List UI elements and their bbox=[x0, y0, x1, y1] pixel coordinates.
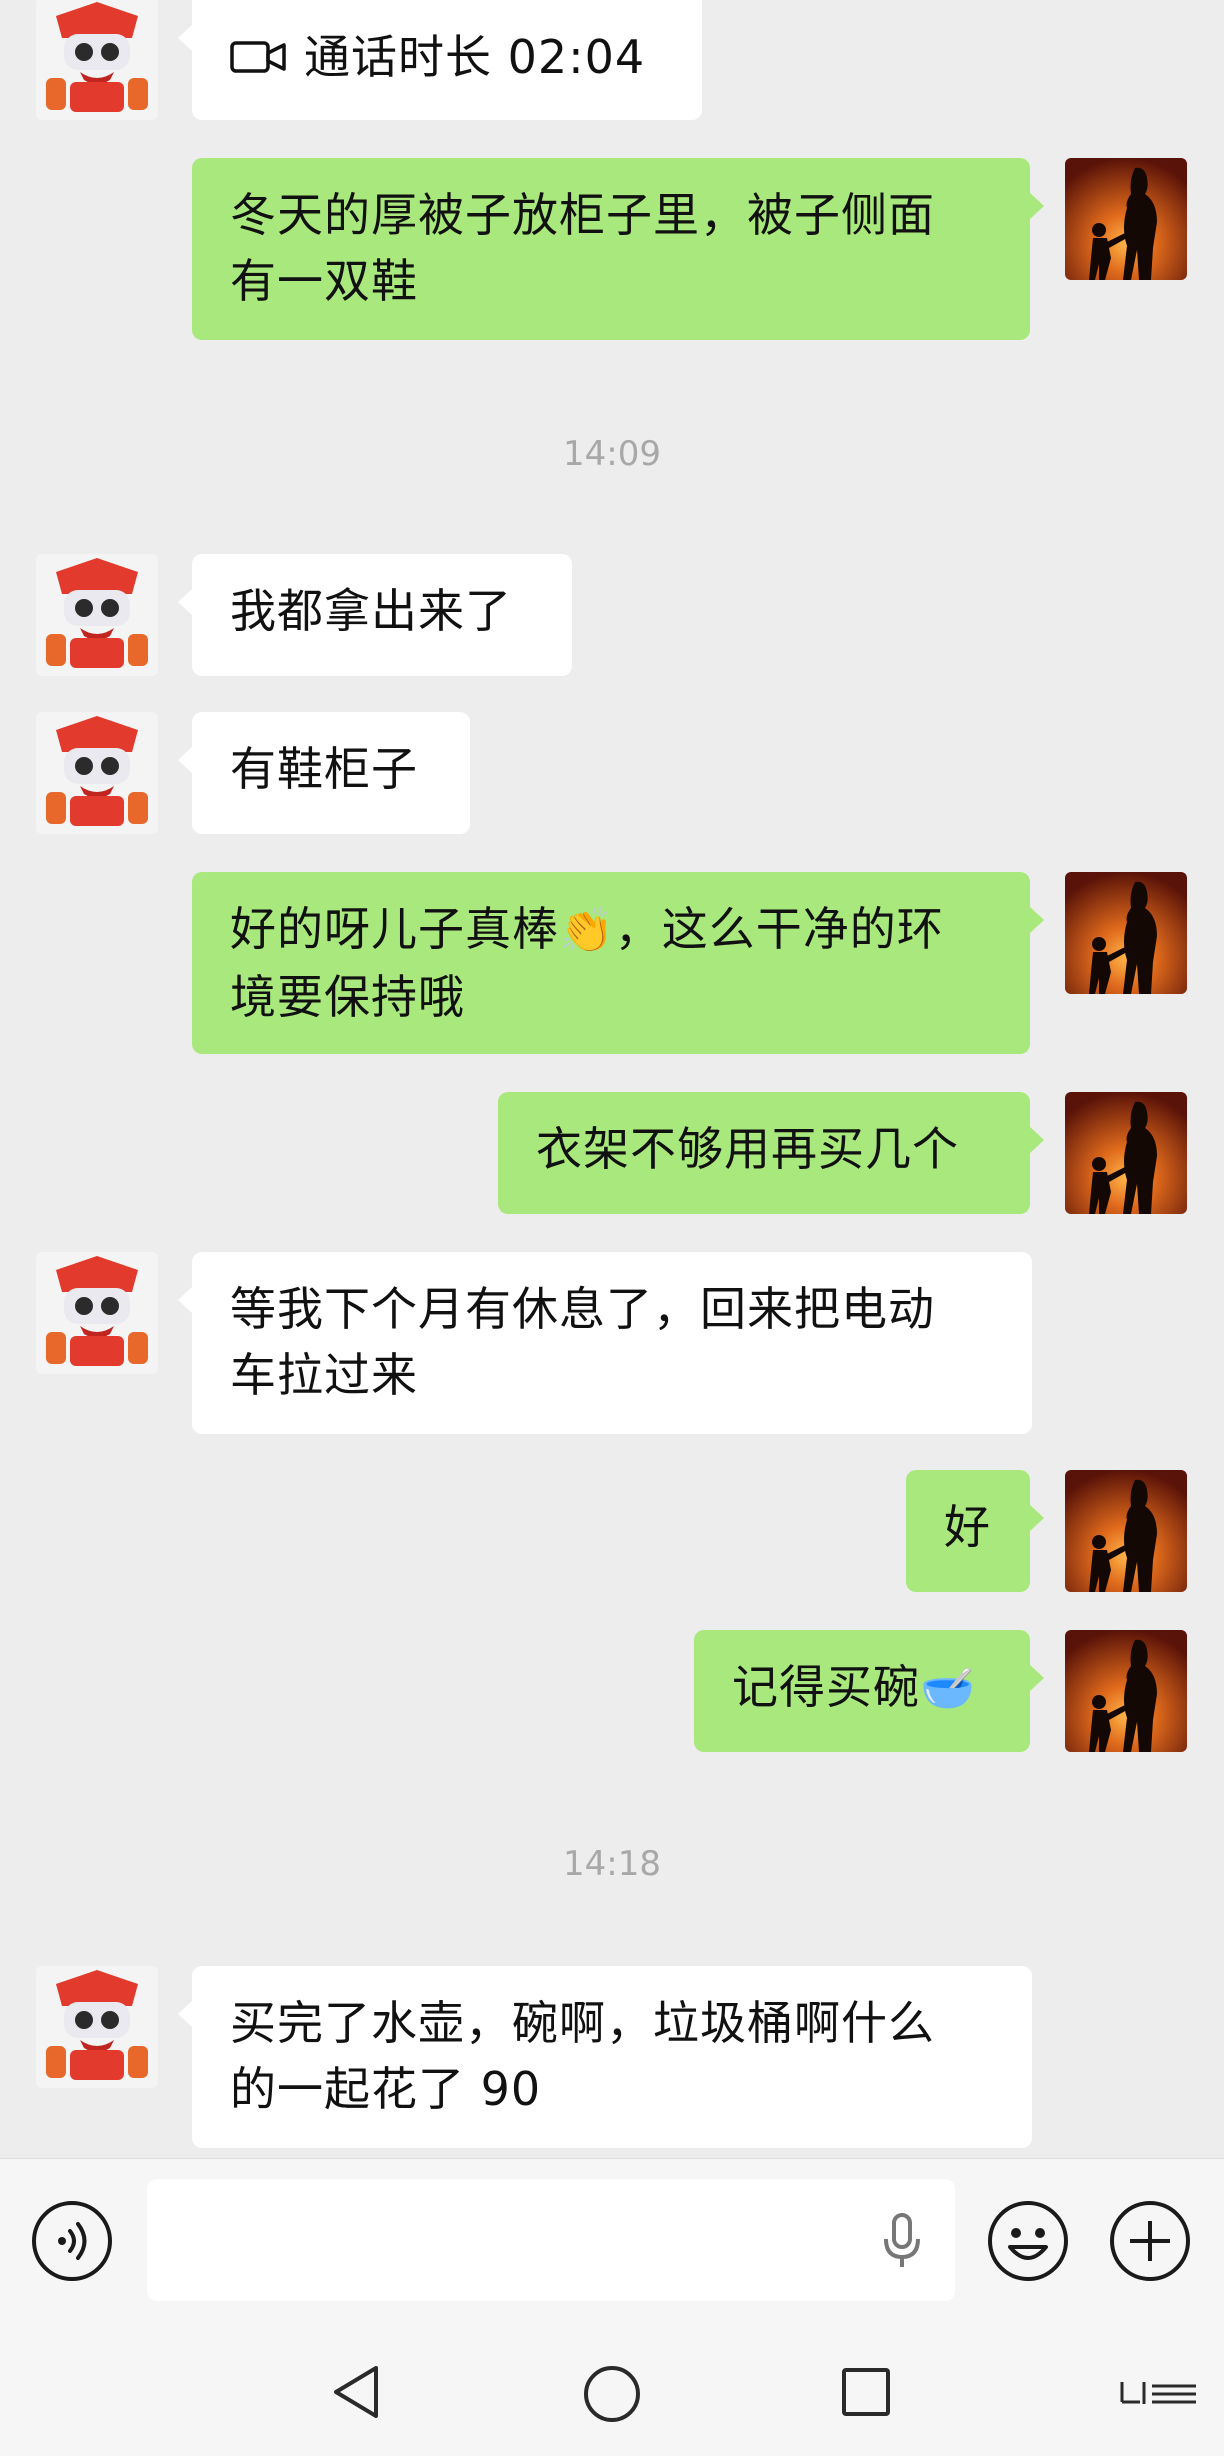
back-button[interactable] bbox=[328, 2362, 384, 2426]
robot-avatar-icon bbox=[36, 554, 158, 676]
message-text-line: 好的呀儿子真棒👏，这么干净的环 bbox=[230, 896, 992, 964]
call-record-bubble[interactable]: 通话时长 02:04 bbox=[178, 0, 702, 120]
silhouette-avatar-icon bbox=[1065, 1092, 1187, 1214]
outgoing-message-bubble[interactable]: 衣架不够用再买几个 bbox=[498, 1092, 1044, 1214]
more-options-button[interactable] bbox=[1108, 2199, 1192, 2283]
silhouette-avatar-icon bbox=[1065, 872, 1187, 994]
bowl-icon: 🥣 bbox=[920, 1663, 976, 1714]
my-avatar[interactable] bbox=[1065, 158, 1187, 280]
incoming-message-bubble[interactable]: 我都拿出来了 bbox=[178, 554, 572, 676]
message-text: 有鞋柜子 bbox=[230, 742, 418, 796]
message-text: 好 bbox=[944, 1500, 991, 1554]
voice-toggle-icon bbox=[32, 2201, 112, 2281]
microphone-button[interactable] bbox=[860, 2199, 944, 2283]
robot-avatar-icon bbox=[36, 1966, 158, 2088]
silhouette-avatar-icon bbox=[1065, 1630, 1187, 1752]
contact-avatar[interactable] bbox=[36, 1966, 158, 2088]
menu-button[interactable] bbox=[1118, 2380, 1198, 2414]
plus-icon bbox=[1110, 2201, 1190, 2281]
outgoing-message-bubble[interactable]: 记得买碗🥣 bbox=[694, 1630, 1044, 1752]
contact-avatar[interactable] bbox=[36, 1252, 158, 1374]
video-call-icon bbox=[230, 28, 286, 94]
message-text-fragment: ，这么干净的环 bbox=[614, 902, 944, 956]
message-text-line: 记得买碗🥣 bbox=[732, 1654, 992, 1722]
robot-avatar-icon bbox=[36, 0, 158, 120]
message-text: 记得买碗 bbox=[732, 1660, 920, 1714]
message-text-line: 的一起花了 90 bbox=[230, 2062, 542, 2116]
incoming-message-bubble[interactable]: 买完了水壶，碗啊，垃圾桶啊什么 的一起花了 90 bbox=[178, 1966, 1032, 2148]
contact-avatar[interactable] bbox=[36, 712, 158, 834]
robot-avatar-icon bbox=[36, 712, 158, 834]
message-text-line: 车拉过来 bbox=[230, 1348, 418, 1402]
message-text: 衣架不够用再买几个 bbox=[536, 1122, 959, 1176]
silhouette-avatar-icon bbox=[1065, 1470, 1187, 1592]
microphone-icon bbox=[884, 2213, 920, 2267]
message-text: 我都拿出来了 bbox=[230, 584, 512, 638]
message-text-line: 有一双鞋 bbox=[230, 254, 418, 308]
my-avatar[interactable] bbox=[1065, 1092, 1187, 1214]
system-navigation-bar bbox=[0, 2326, 1224, 2456]
my-avatar[interactable] bbox=[1065, 1470, 1187, 1592]
outgoing-message-bubble[interactable]: 好 bbox=[906, 1470, 1044, 1592]
home-circle-icon bbox=[584, 2366, 640, 2422]
timestamp: 14:09 bbox=[563, 434, 661, 474]
emoji-icon bbox=[988, 2201, 1068, 2281]
my-avatar[interactable] bbox=[1065, 1630, 1187, 1752]
input-bar bbox=[0, 2158, 1224, 2327]
timestamp: 14:18 bbox=[563, 1844, 661, 1884]
incoming-message-bubble[interactable]: 等我下个月有休息了，回来把电动 车拉过来 bbox=[178, 1252, 1032, 1434]
chat-area[interactable]: 通话时长 02:04 冬天的厚被子放柜子里，被子侧面 有一双鞋 14:09 我都… bbox=[0, 0, 1224, 2158]
recents-button[interactable] bbox=[840, 2366, 892, 2422]
message-text-line: 买完了水壶，碗啊，垃圾桶啊什么 bbox=[230, 1996, 935, 2050]
outgoing-message-bubble[interactable]: 好的呀儿子真棒👏，这么干净的环 境要保持哦 bbox=[192, 872, 1044, 1054]
message-input[interactable] bbox=[147, 2179, 955, 2301]
outgoing-message-bubble[interactable]: 冬天的厚被子放柜子里，被子侧面 有一双鞋 bbox=[192, 158, 1044, 340]
voice-toggle-button[interactable] bbox=[30, 2199, 114, 2283]
back-triangle-icon bbox=[334, 2366, 378, 2418]
menu-icon bbox=[1120, 2382, 1196, 2404]
robot-avatar-icon bbox=[36, 1252, 158, 1374]
message-text-fragment: 好的呀儿子真棒 bbox=[230, 902, 559, 956]
incoming-message-bubble[interactable]: 有鞋柜子 bbox=[178, 712, 470, 834]
home-button[interactable] bbox=[582, 2364, 642, 2428]
message-text-line: 冬天的厚被子放柜子里，被子侧面 bbox=[230, 188, 935, 242]
call-duration-label: 通话时长 02:04 bbox=[304, 30, 646, 84]
my-avatar[interactable] bbox=[1065, 872, 1187, 994]
clapping-hands-icon: 👏 bbox=[559, 905, 615, 956]
contact-avatar[interactable] bbox=[36, 554, 158, 676]
emoji-button[interactable] bbox=[986, 2199, 1070, 2283]
message-text-line: 境要保持哦 bbox=[230, 970, 465, 1024]
contact-avatar[interactable] bbox=[36, 0, 158, 120]
recents-square-icon bbox=[842, 2368, 890, 2416]
silhouette-avatar-icon bbox=[1065, 158, 1187, 280]
message-text-line: 等我下个月有休息了，回来把电动 bbox=[230, 1282, 935, 1336]
